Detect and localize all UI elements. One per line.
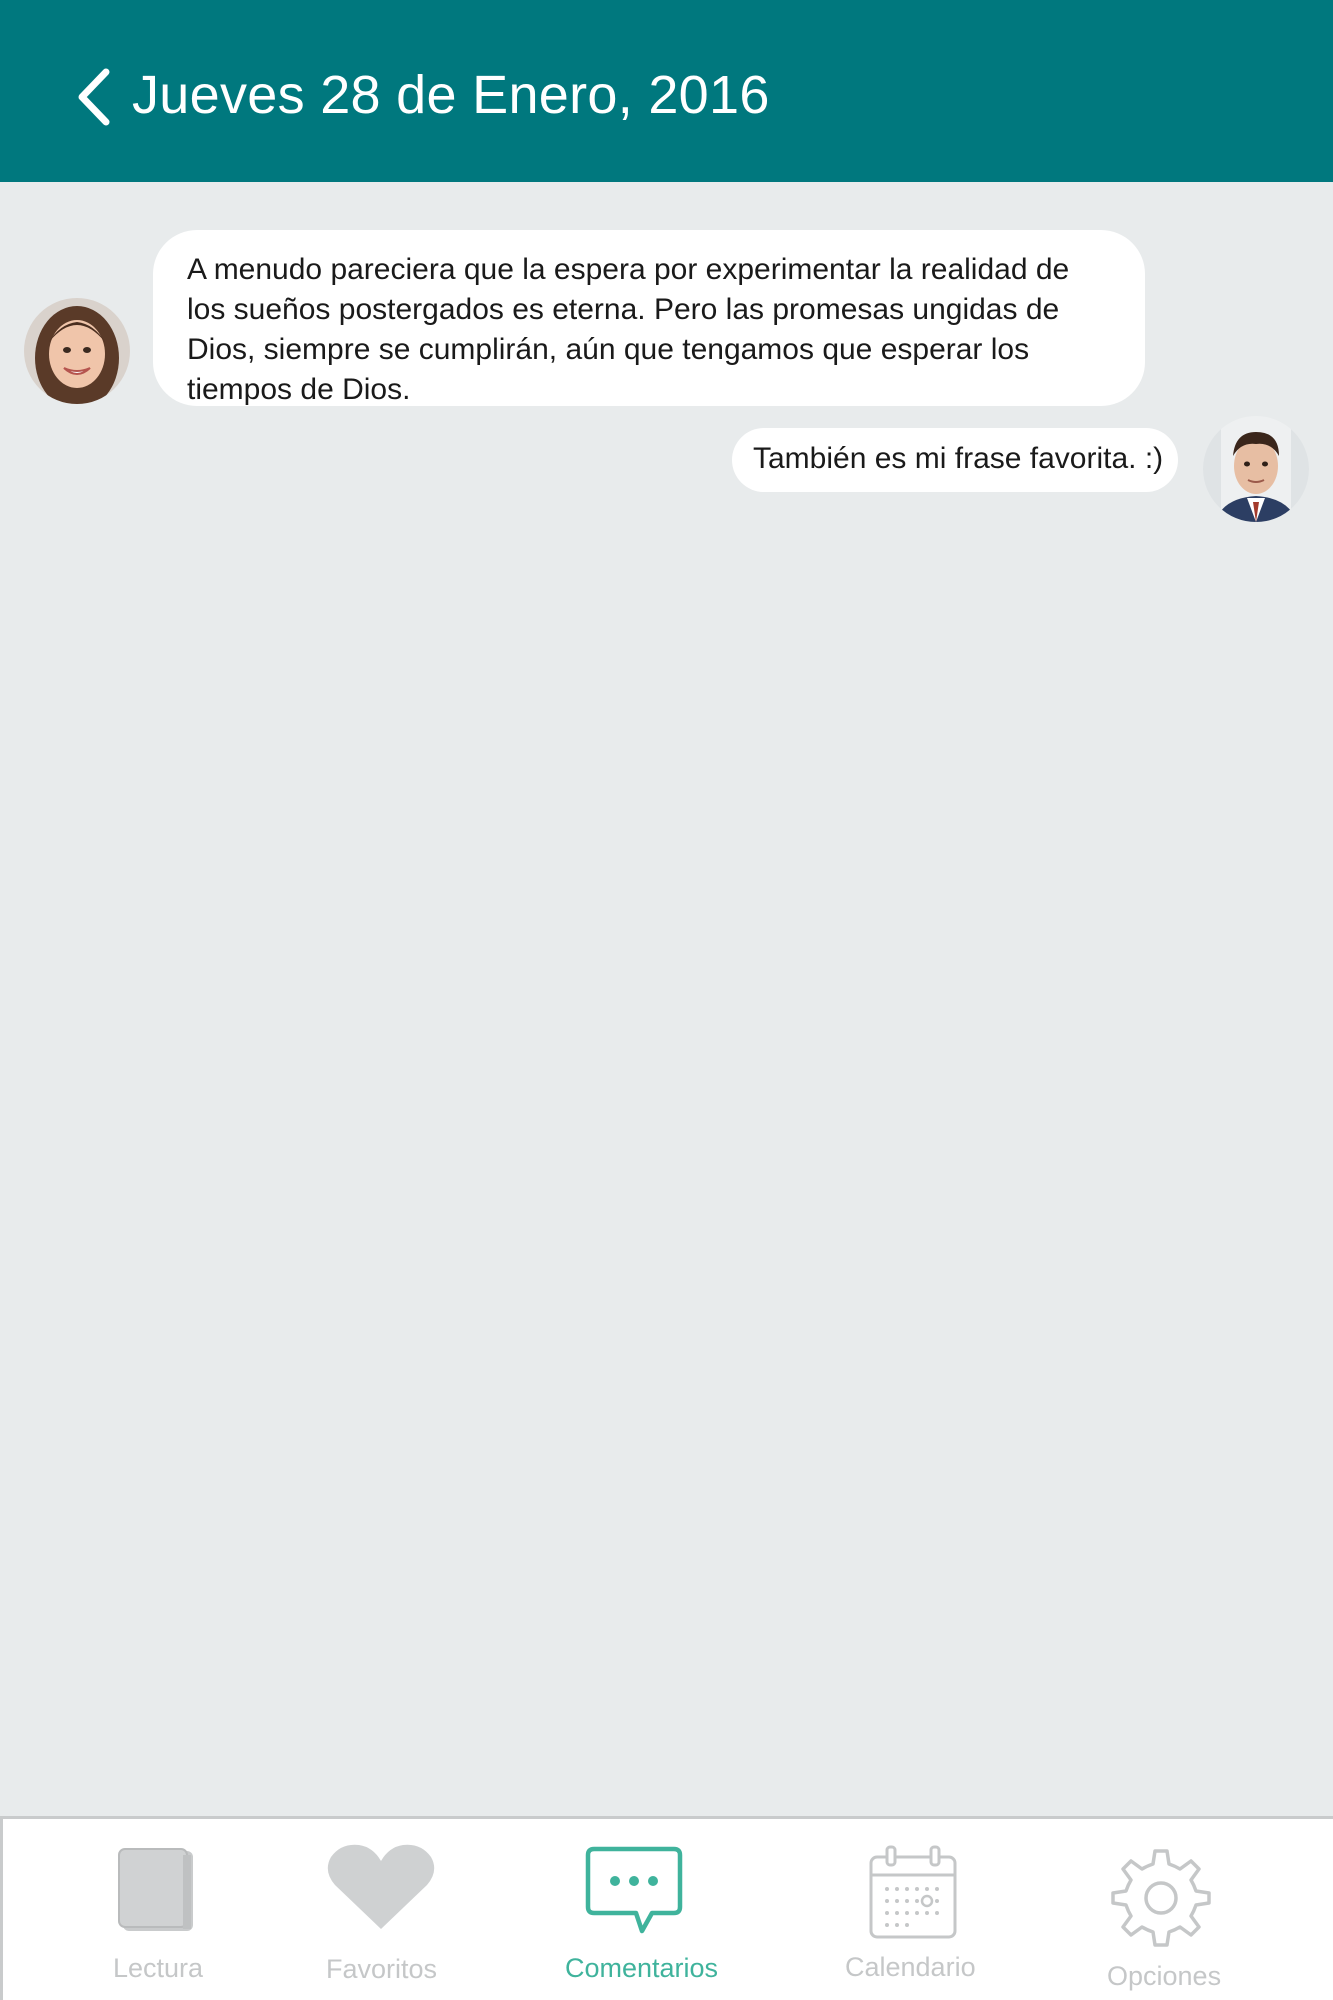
tab-favoritos-label: Favoritos: [326, 1954, 438, 1984]
book-icon: [118, 1848, 193, 1931]
avatar-commenter-2[interactable]: [1203, 416, 1309, 522]
back-button[interactable]: [72, 66, 116, 128]
reply-bubble: También es mi frase favorita. :): [732, 428, 1178, 492]
bottom-tab-bar: Lectura Favoritos Comentarios Calendario…: [0, 1816, 1333, 2000]
woman-avatar-icon: [24, 298, 130, 404]
app-header: Jueves 28 de Enero, 2016: [0, 0, 1333, 182]
tab-lectura[interactable]: Lectura: [103, 1819, 213, 2000]
tab-calendario[interactable]: Calendario: [839, 1819, 989, 2000]
comment-bubble: A menudo pareciera que la espera por exp…: [153, 230, 1145, 406]
tab-opciones[interactable]: Opciones: [1101, 1819, 1221, 2000]
tab-comentarios-label: Comentarios: [565, 1953, 719, 1983]
tab-opciones-label: Opciones: [1107, 1961, 1222, 1991]
gear-icon: [1111, 1849, 1211, 1947]
tab-lectura-label: Lectura: [113, 1953, 204, 1983]
heart-icon: [327, 1844, 435, 1929]
tab-calendario-label: Calendario: [845, 1952, 976, 1982]
chevron-left-icon: [78, 68, 110, 126]
chat-bubble-icon: [585, 1846, 683, 1934]
tab-favoritos[interactable]: Favoritos: [321, 1819, 441, 2000]
page-title: Jueves 28 de Enero, 2016: [132, 65, 770, 125]
avatar-commenter-1[interactable]: [24, 298, 130, 404]
calendar-icon: [869, 1845, 957, 1939]
tab-comentarios[interactable]: Comentarios: [559, 1819, 729, 2000]
comments-thread: A menudo pareciera que la espera por exp…: [0, 182, 1333, 1816]
man-avatar-icon: [1203, 416, 1309, 522]
